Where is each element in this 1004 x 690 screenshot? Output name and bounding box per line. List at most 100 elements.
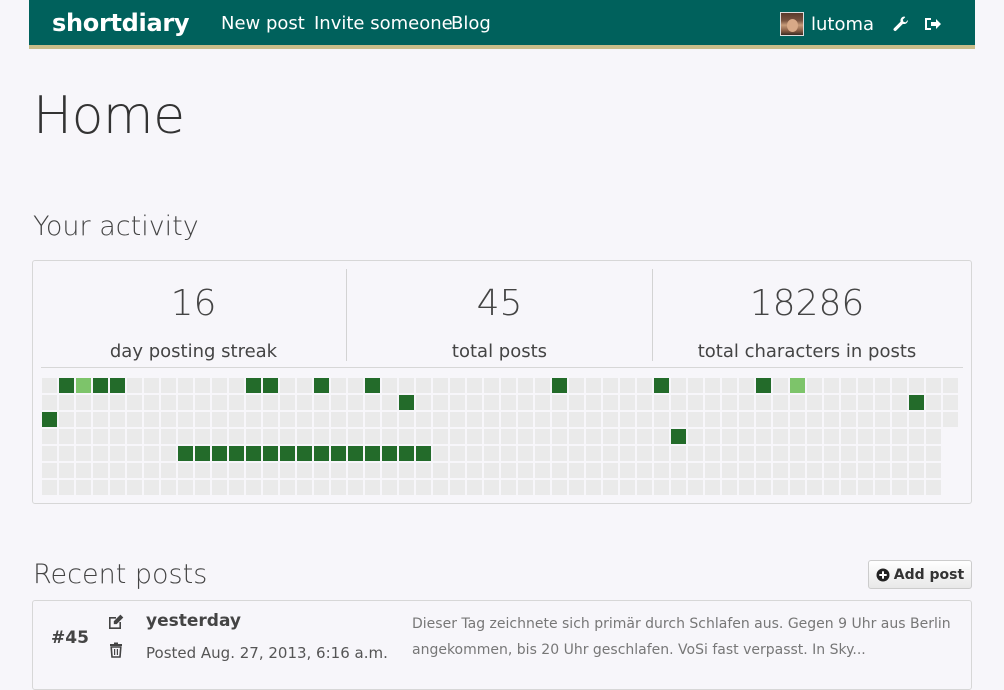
heatmap-day-cell [416, 378, 431, 393]
heatmap-day-cell [654, 446, 669, 461]
stat-value: 16 [170, 283, 217, 324]
heatmap-day-cell [722, 429, 737, 444]
heatmap-day-cell [603, 446, 618, 461]
heatmap-day-cell [178, 395, 193, 410]
heatmap-day-cell [654, 480, 669, 495]
trash-icon[interactable] [107, 641, 125, 659]
heatmap-day-cell [654, 378, 669, 393]
heatmap-day-cell [552, 446, 567, 461]
add-post-button[interactable]: Add post [868, 560, 972, 589]
heatmap-day-cell [484, 395, 499, 410]
heatmap-day-cell [807, 463, 822, 478]
heatmap-day-cell [382, 412, 397, 427]
heatmap-day-cell [59, 395, 74, 410]
heatmap-day-cell [671, 429, 686, 444]
heatmap-day-cell [212, 480, 227, 495]
heatmap-day-cell [569, 446, 584, 461]
heatmap-day-cell [637, 378, 652, 393]
heatmap-day-cell [705, 412, 720, 427]
heatmap-day-cell [586, 463, 601, 478]
stat-value: 45 [476, 283, 523, 324]
heatmap-day-cell [858, 412, 873, 427]
heatmap-day-cell [76, 463, 91, 478]
recent-posts-list: #45 yesterday Posted Aug. 27, 2013, 6:16… [32, 600, 972, 690]
heatmap-day-cell [144, 463, 159, 478]
recent-posts-section-title: Recent posts [33, 559, 208, 590]
user-menu[interactable]: lutoma [780, 11, 874, 37]
post-title[interactable]: yesterday [146, 611, 241, 631]
heatmap-day-cell [926, 412, 941, 427]
heatmap-day-cell [535, 463, 550, 478]
heatmap-day-cell [926, 395, 941, 410]
heatmap-day-cell [110, 395, 125, 410]
post-excerpt: Dieser Tag zeichnete sich primär durch S… [412, 616, 951, 658]
heatmap-day-cell [484, 412, 499, 427]
heatmap-day-cell [909, 429, 924, 444]
heatmap-day-cell [552, 395, 567, 410]
nav-link-invite-someone[interactable]: Invite someone [314, 13, 453, 34]
heatmap-day-cell [42, 480, 57, 495]
edit-icon[interactable] [107, 613, 125, 631]
heatmap-day-cell [841, 378, 856, 393]
heatmap-day-cell [824, 446, 839, 461]
heatmap-day-cell [93, 480, 108, 495]
heatmap-day-cell [467, 463, 482, 478]
heatmap-day-cell [195, 395, 210, 410]
heatmap-day-cell [280, 446, 295, 461]
heatmap-day-cell [603, 463, 618, 478]
heatmap-day-cell [195, 378, 210, 393]
heatmap-day-cell [671, 480, 686, 495]
heatmap-day-cell [841, 429, 856, 444]
heatmap-day-cell [127, 378, 142, 393]
wrench-icon[interactable] [891, 14, 911, 34]
heatmap-day-cell [705, 395, 720, 410]
heatmap-day-cell [569, 412, 584, 427]
heatmap-day-cell [450, 446, 465, 461]
heatmap-day-cell [263, 480, 278, 495]
heatmap-day-cell [365, 378, 380, 393]
heatmap-day-cell [42, 446, 57, 461]
heatmap-day-cell [875, 429, 890, 444]
heatmap-day-cell [484, 446, 499, 461]
brand-logo[interactable]: shortdiary [52, 9, 190, 37]
heatmap-day-cell [739, 463, 754, 478]
stat-value: 18286 [749, 283, 865, 324]
heatmap-day-cell [586, 378, 601, 393]
heatmap-day-cell [365, 463, 380, 478]
logout-icon[interactable] [923, 14, 943, 34]
heatmap-day-cell [824, 429, 839, 444]
heatmap-day-cell [144, 378, 159, 393]
heatmap-day-cell [909, 412, 924, 427]
heatmap-day-cell [161, 480, 176, 495]
heatmap-day-cell [501, 429, 516, 444]
heatmap-day-cell [450, 378, 465, 393]
heatmap-day-cell [212, 412, 227, 427]
heatmap-day-cell [620, 429, 635, 444]
heatmap-day-cell [127, 463, 142, 478]
heatmap-day-cell [756, 395, 771, 410]
heatmap-day-cell [535, 412, 550, 427]
heatmap-day-cell [382, 378, 397, 393]
heatmap-day-cell [467, 429, 482, 444]
nav-link-new-post[interactable]: New post [221, 13, 305, 34]
heatmap-day-cell [603, 378, 618, 393]
heatmap-day-cell [212, 395, 227, 410]
heatmap-day-cell [841, 463, 856, 478]
heatmap-day-cell [467, 395, 482, 410]
heatmap-day-cell [637, 446, 652, 461]
nav-link-blog[interactable]: Blog [451, 13, 491, 34]
heatmap-day-cell [722, 446, 737, 461]
heatmap-day-cell [892, 480, 907, 495]
heatmap-day-cell [722, 480, 737, 495]
heatmap-day-cell [229, 480, 244, 495]
heatmap-day-cell [416, 480, 431, 495]
heatmap-day-cell [705, 446, 720, 461]
post-number: #45 [51, 628, 89, 648]
heatmap-day-cell [263, 463, 278, 478]
heatmap-day-cell [858, 463, 873, 478]
heatmap-day-cell [433, 412, 448, 427]
heatmap-day-cell [348, 463, 363, 478]
heatmap-day-cell [705, 480, 720, 495]
heatmap-day-cell [297, 378, 312, 393]
heatmap-day-cell [195, 480, 210, 495]
